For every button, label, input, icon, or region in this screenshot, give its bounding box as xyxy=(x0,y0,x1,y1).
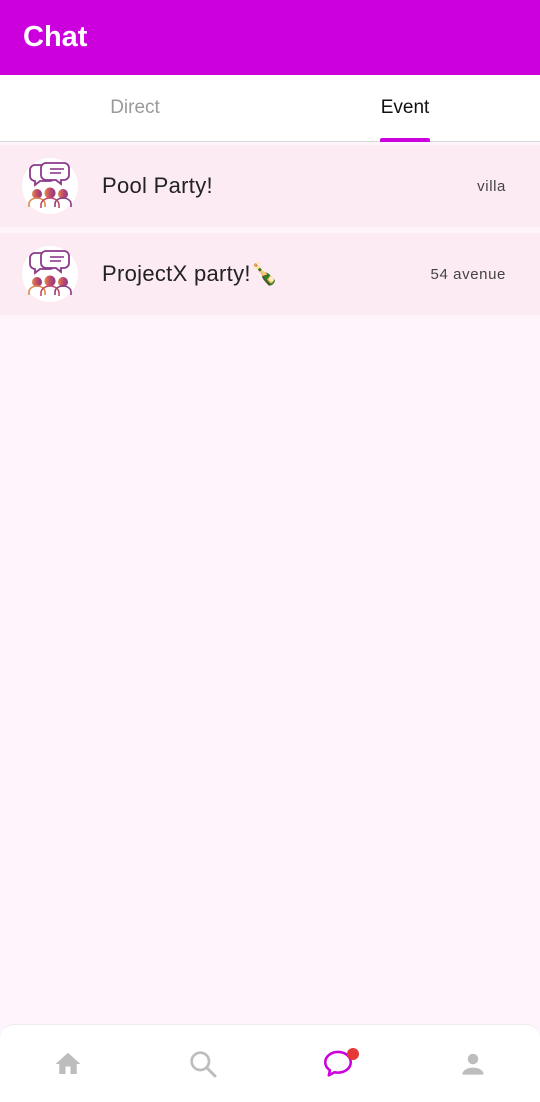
nav-search[interactable] xyxy=(135,1025,270,1102)
chat-name: Pool Party! xyxy=(102,173,213,198)
nav-chat[interactable] xyxy=(270,1025,405,1102)
chat-row-projectx-party[interactable]: ProjectX party!🍾 54 avenue xyxy=(0,233,540,315)
chat-name: ProjectX party!🍾 xyxy=(102,261,279,286)
tab-direct[interactable]: Direct xyxy=(0,75,270,141)
page-title: Chat xyxy=(23,21,88,53)
chat-location: villa xyxy=(477,177,506,195)
tab-event[interactable]: Event xyxy=(270,75,540,142)
profile-icon xyxy=(461,1053,484,1075)
app-bar: Chat xyxy=(0,0,540,75)
tab-event-label: Event xyxy=(380,97,430,118)
chat-row-pool-party[interactable]: Pool Party! villa xyxy=(0,145,540,227)
notification-badge xyxy=(347,1048,359,1060)
chat-list: Pool Party! villa ProjectX party!🍾 54 av… xyxy=(0,145,540,315)
nav-profile[interactable] xyxy=(405,1025,540,1102)
nav-home[interactable] xyxy=(0,1025,135,1102)
tab-direct-label: Direct xyxy=(110,97,160,118)
bottom-nav xyxy=(0,1024,540,1102)
active-tab-indicator xyxy=(380,138,430,142)
chat-screen: Chat Direct Event Pool Party! villa Proj… xyxy=(0,0,540,1102)
group-chat-icon xyxy=(22,246,78,302)
search-icon xyxy=(189,1050,216,1077)
tab-bar: Direct Event xyxy=(0,75,540,142)
group-chat-icon xyxy=(22,158,78,214)
chat-location: 54 avenue xyxy=(430,265,506,283)
home-icon xyxy=(55,1052,80,1074)
